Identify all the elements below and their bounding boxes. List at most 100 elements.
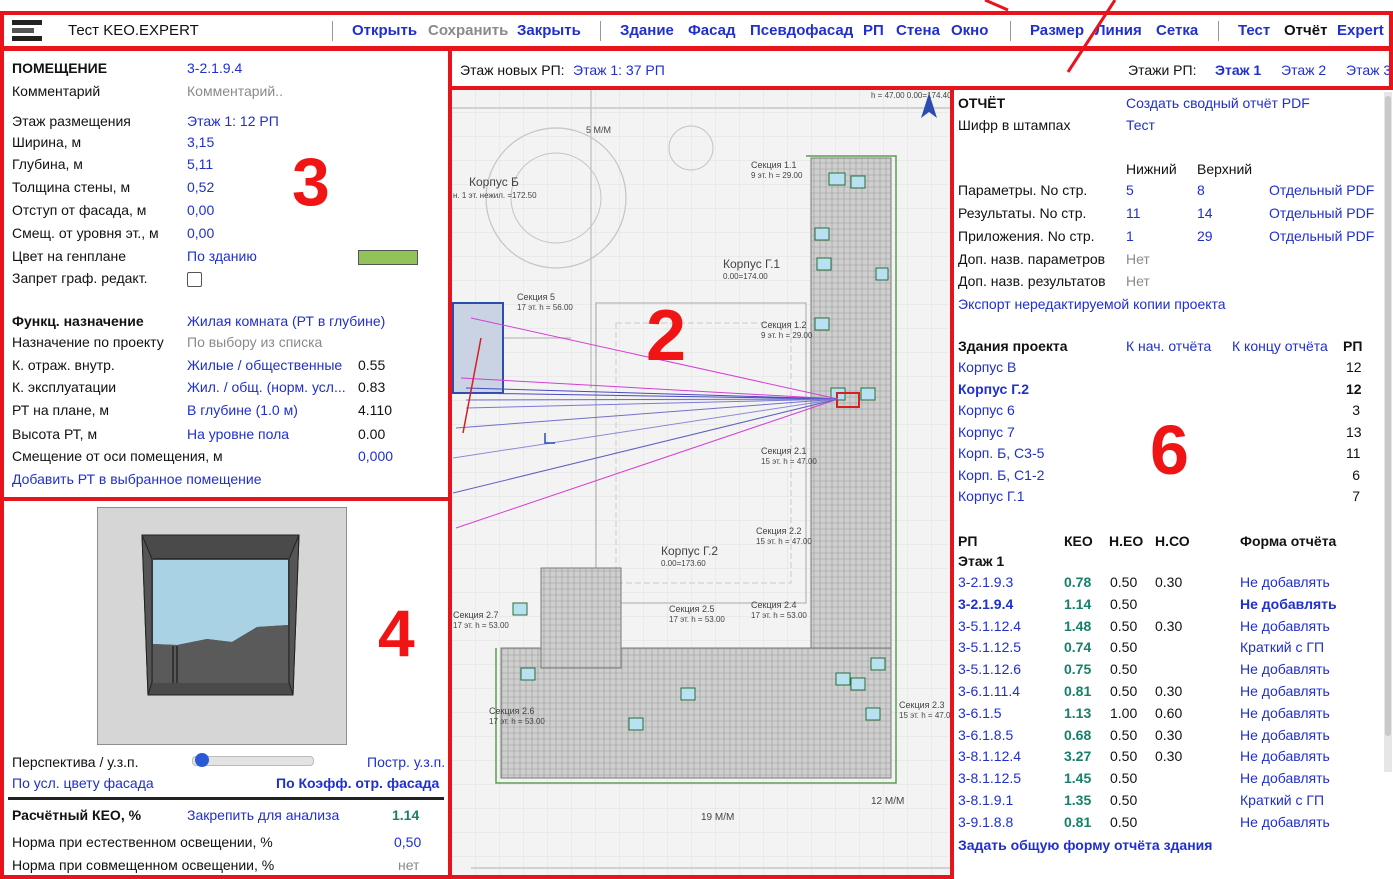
build-uzp-link[interactable]: Постр. у.з.п. — [367, 754, 445, 770]
facade-offset-label: Отступ от фасада, м — [12, 202, 147, 218]
report-heading: ОТЧЁТ — [958, 95, 1006, 111]
export-link[interactable]: Экспорт нередактируемой копии проекта — [958, 296, 1226, 312]
rp-height-value[interactable]: На уровне пола — [187, 426, 289, 442]
facade-offset-value[interactable]: 0,00 — [187, 202, 214, 218]
building-link[interactable]: Корпус 7 — [958, 424, 1015, 440]
function-value[interactable]: Жилая комната (РТ в глубине) — [187, 313, 385, 329]
fix-analysis-link[interactable]: Закрепить для анализа — [187, 807, 339, 823]
width-label: Ширина, м — [12, 134, 82, 150]
nco-value: 0.30 — [1155, 683, 1183, 699]
floor-tab-1[interactable]: Этаж 1 — [1215, 62, 1261, 78]
pages-results-lo[interactable]: 11 — [1126, 205, 1141, 221]
site-plan-drawing[interactable]: Корпус Б н. 1 эт. нежил. =172.50 Корпус … — [451, 88, 951, 879]
building-rp-count: 7 — [1352, 488, 1360, 504]
svg-text:Секция 5: Секция 5 — [517, 292, 555, 302]
report-form-link[interactable]: Не добавлять — [1240, 683, 1330, 699]
neo-value: 0.50 — [1110, 661, 1138, 678]
building-link[interactable]: Корпус В — [958, 359, 1016, 375]
project-purpose-value[interactable]: По выбору из списка — [187, 334, 322, 350]
svg-text:12 М/М: 12 М/М — [871, 796, 904, 807]
extra-params-value[interactable]: Нет — [1126, 251, 1150, 267]
by-reflect-coef-link[interactable]: По Коэфф. отр. фасада — [276, 775, 439, 791]
rp-id-link[interactable]: 3-2.1.9.3 — [958, 574, 1013, 590]
rp-id-link[interactable]: 3-8.1.9.1 — [958, 792, 1013, 808]
axis-offset-value[interactable]: 0,000 — [358, 448, 393, 464]
add-rp-link[interactable]: Добавить РТ в выбранное помещение — [12, 471, 262, 487]
pages-appendix-lo[interactable]: 1 — [1126, 228, 1134, 244]
level-offset-value[interactable]: 0,00 — [187, 225, 214, 241]
create-pdf-link[interactable]: Создать сводный отчёт PDF — [1126, 95, 1310, 111]
pages-appendix-pdf[interactable]: Отдельный PDF — [1269, 228, 1374, 244]
plan-color-value[interactable]: По зданию — [187, 248, 257, 264]
comment-field[interactable]: Комментарий.. — [187, 83, 283, 99]
building-link[interactable]: Корп. Б, С1-2 — [958, 467, 1044, 483]
pages-appendix-hi[interactable]: 29 — [1197, 228, 1213, 244]
pages-results-hi[interactable]: 14 — [1197, 205, 1213, 221]
pages-results-pdf[interactable]: Отдельный PDF — [1269, 205, 1374, 221]
to-start-link[interactable]: К нач. отчёта — [1126, 338, 1211, 354]
nco-value: 0.60 — [1155, 704, 1183, 721]
new-rp-floor-value[interactable]: Этаж 1: 37 РП — [573, 62, 665, 78]
floor-tab-3[interactable]: Этаж 3 — [1346, 62, 1391, 78]
calc-keo-value: 1.14 — [392, 807, 420, 823]
to-end-link[interactable]: К концу отчёта — [1232, 338, 1328, 354]
building-link[interactable]: Корпус 6 — [958, 402, 1015, 418]
report-form-link[interactable]: Краткий с ГП — [1240, 639, 1324, 655]
edit-lock-checkbox[interactable] — [187, 272, 202, 287]
width-value[interactable]: 3,15 — [187, 134, 214, 150]
plan-color-swatch[interactable] — [358, 250, 418, 265]
reflect-coef-value[interactable]: Жилые / общественные — [187, 357, 342, 373]
by-facade-color-link[interactable]: По усл. цвету фасада — [12, 775, 154, 791]
set-form-link[interactable]: Задать общую форму отчёта здания — [958, 837, 1212, 853]
report-form-link[interactable]: Не добавлять — [1240, 705, 1330, 721]
svg-text:Секция 2.3: Секция 2.3 — [899, 700, 945, 710]
rp-id-link[interactable]: 3-5.1.12.5 — [958, 639, 1021, 655]
rp-id-link[interactable]: 3-5.1.12.6 — [958, 661, 1021, 677]
wall-thickness-value[interactable]: 0,52 — [187, 179, 214, 195]
rp-id-link[interactable]: 3-6.1.8.5 — [958, 727, 1013, 743]
slider-knob[interactable] — [195, 753, 209, 767]
rp-plan-value[interactable]: В глубине (1.0 м) — [187, 402, 298, 418]
stamp-value[interactable]: Тест — [1126, 117, 1155, 133]
rp-id-link[interactable]: 3-8.1.12.5 — [958, 770, 1021, 786]
building-link[interactable]: Корпус Г.1 — [958, 488, 1025, 504]
report-form-link[interactable]: Не добавлять — [1240, 574, 1330, 590]
report-form-link[interactable]: Не добавлять — [1240, 596, 1337, 612]
pages-params-lo[interactable]: 5 — [1126, 182, 1134, 198]
building-link[interactable]: Корп. Б, С3-5 — [958, 445, 1044, 461]
report-form-link[interactable]: Не добавлять — [1240, 661, 1330, 677]
rp-floors-label: Этажи РП: — [1128, 62, 1197, 78]
rp-id-link[interactable]: 3-6.1.5 — [958, 705, 1002, 721]
room-perspective-view[interactable] — [97, 507, 347, 745]
neo-value: 0.50 — [1110, 683, 1138, 699]
rp-id-link[interactable]: 3-6.1.11.4 — [958, 683, 1020, 699]
rp-height-label: Высота РТ, м — [12, 426, 98, 442]
perspective-slider[interactable] — [192, 753, 314, 767]
extra-results-value[interactable]: Нет — [1126, 273, 1150, 289]
norm-combined-value[interactable]: нет — [398, 857, 419, 873]
report-form-link[interactable]: Не добавлять — [1240, 748, 1330, 764]
site-plan-map[interactable]: Корпус Б н. 1 эт. нежил. =172.50 Корпус … — [451, 88, 951, 879]
norm-natural-value[interactable]: 0,50 — [394, 834, 421, 850]
report-form-link[interactable]: Не добавлять — [1240, 618, 1330, 634]
exploit-coef-value[interactable]: Жил. / общ. (норм. усл... — [187, 379, 346, 395]
keo-value: 1.35 — [1064, 792, 1092, 808]
level-offset-label: Смещ. от уровня эт., м — [12, 225, 159, 241]
report-form-link[interactable]: Не добавлять — [1240, 770, 1330, 786]
report-scrollbar[interactable] — [1384, 92, 1392, 772]
depth-value[interactable]: 5,11 — [187, 156, 213, 172]
building-link[interactable]: Корпус Г.2 — [958, 381, 1029, 397]
report-form-link[interactable]: Не добавлять — [1240, 727, 1330, 743]
report-form-link[interactable]: Краткий с ГП — [1240, 792, 1324, 808]
svg-text:Секция 1.2: Секция 1.2 — [761, 320, 807, 330]
rp-id-link[interactable]: 3-8.1.12.4 — [958, 748, 1021, 764]
floor-tab-2[interactable]: Этаж 2 — [1281, 62, 1326, 78]
rp-id-link[interactable]: 3-5.1.12.4 — [958, 618, 1021, 634]
rp-id-link[interactable]: 3-9.1.8.8 — [958, 814, 1013, 830]
pages-params-pdf[interactable]: Отдельный PDF — [1269, 182, 1374, 198]
floor-value[interactable]: Этаж 1: 12 РП — [187, 113, 279, 129]
pages-params-hi[interactable]: 8 — [1197, 182, 1205, 198]
room-id[interactable]: 3-2.1.9.4 — [187, 60, 242, 76]
rp-id-link[interactable]: 3-2.1.9.4 — [958, 596, 1013, 612]
report-form-link[interactable]: Не добавлять — [1240, 814, 1330, 830]
